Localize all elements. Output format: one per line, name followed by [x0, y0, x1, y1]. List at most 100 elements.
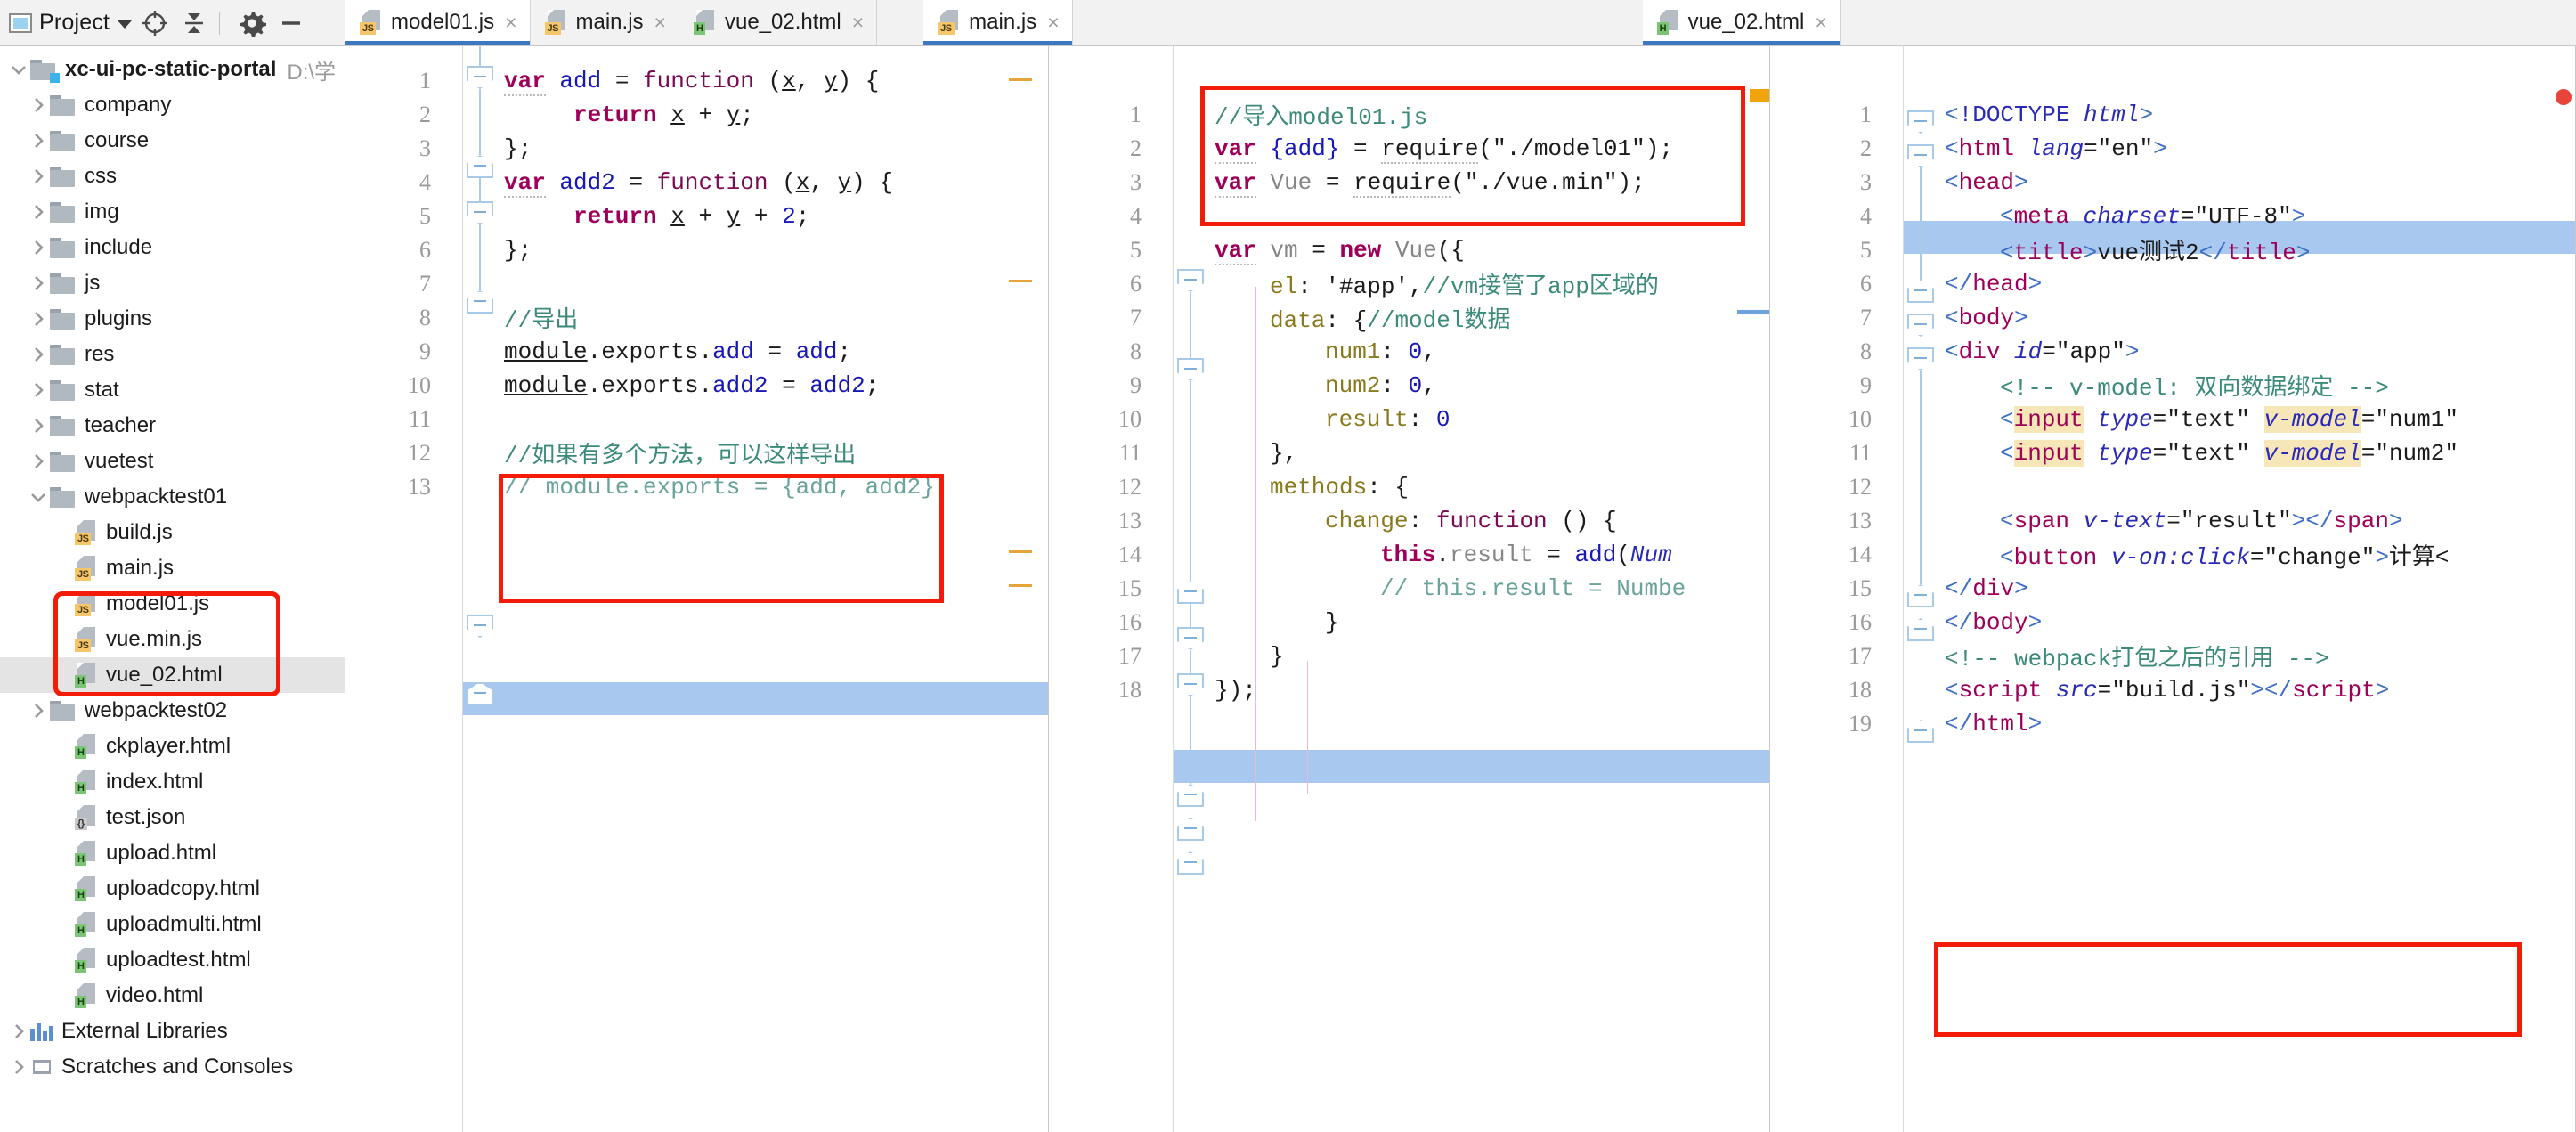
code-line[interactable]: }; [345, 132, 1048, 165]
code-line[interactable]: <html lang="en"> [1770, 132, 2575, 165]
tree-item-scratches-and-consoles[interactable]: Scratches and Consoles [0, 1049, 345, 1085]
code-line[interactable]: <input type="text" v-model="num1" [1770, 403, 2575, 436]
tree-item-include[interactable]: include [0, 230, 345, 265]
tree-item-css[interactable]: css [0, 159, 345, 194]
code-line[interactable]: <body> [1770, 301, 2575, 334]
chevron-right-icon[interactable] [27, 452, 50, 471]
tree-item-stat[interactable]: stat [0, 372, 345, 408]
tree-item-img[interactable]: img [0, 194, 345, 230]
code-line[interactable]: </div> [1770, 572, 2575, 605]
tree-item-res[interactable]: res [0, 337, 345, 372]
code-line[interactable]: var {add} = require("./model01"); [1049, 132, 1769, 165]
code-content-3[interactable]: <!DOCTYPE html> <html lang="en"> <head> <me… [1770, 46, 2575, 1132]
tree-item-course[interactable]: course [0, 123, 345, 159]
code-line[interactable]: <!DOCTYPE html> [1770, 98, 2575, 131]
chevron-right-icon[interactable] [7, 1022, 30, 1041]
tree-item-company[interactable]: company [0, 87, 345, 123]
code-line[interactable] [1770, 470, 2575, 503]
tree-item-index-html[interactable]: Hindex.html [0, 764, 345, 800]
editor-pane-model01-js[interactable]: 1 2 3 4 5 6 7 8 9 10 11 12 13 var add = … [345, 46, 1049, 1132]
code-line[interactable]: }); [1049, 673, 1769, 706]
tree-item-xc-ui-pc-static-portal[interactable]: xc-ui-pc-static-portal D:\学 [0, 52, 345, 87]
code-line[interactable]: </html> [1770, 707, 2575, 740]
code-line[interactable]: //导出 [345, 301, 1048, 334]
tree-item-uploadcopy-html[interactable]: Huploadcopy.html [0, 871, 345, 907]
tree-item-vuetest[interactable]: vuetest [0, 444, 345, 479]
code-line[interactable]: <span v-text="result"></span> [1770, 504, 2575, 537]
code-line[interactable]: </body> [1770, 606, 2575, 639]
chevron-down-icon[interactable] [118, 20, 133, 29]
code-line[interactable]: num2: 0, [1049, 369, 1769, 402]
error-marker[interactable] [2556, 89, 2572, 105]
chevron-right-icon[interactable] [27, 701, 50, 721]
tree-item-main-js[interactable]: JS main.js [0, 550, 345, 586]
code-line[interactable]: }, [1049, 436, 1769, 469]
tab-vue-02-html[interactable]: H vue_02.html × [679, 0, 878, 45]
editor-pane-vue-02-html[interactable]: 1 2 3 4 5 6 7 8 9 10 11 12 13 14 15 16 17 18 19 [1770, 46, 2576, 1132]
code-line[interactable] [345, 403, 1048, 436]
tree-item-ckplayer-html[interactable]: Hckplayer.html [0, 729, 345, 764]
warning-marker[interactable] [1750, 89, 1769, 102]
code-line[interactable]: <div id="app"> [1770, 335, 2575, 368]
code-line[interactable]: <head> [1770, 166, 2575, 199]
close-icon[interactable]: × [852, 11, 864, 35]
code-line[interactable]: methods: { [1049, 470, 1769, 503]
tree-item-build-js[interactable]: JS build.js [0, 515, 345, 550]
code-content-1[interactable]: var add = function (x, y) {return x + y;… [345, 46, 1048, 1132]
code-line[interactable]: //导入model01.js [1049, 98, 1769, 131]
close-icon[interactable]: × [505, 11, 516, 35]
code-line[interactable]: var add2 = function (x, y) { [345, 166, 1048, 199]
code-line[interactable]: } [1049, 606, 1769, 639]
tree-item-video-html[interactable]: Hvideo.html [0, 978, 345, 1014]
chevron-right-icon[interactable] [7, 1057, 30, 1077]
code-line[interactable]: <title>vue测试2</title> [1770, 233, 2575, 266]
chevron-right-icon[interactable] [27, 238, 50, 257]
tree-item-test-json[interactable]: {} test.json [0, 800, 345, 835]
chevron-right-icon[interactable] [27, 309, 50, 329]
chevron-right-icon[interactable] [27, 416, 50, 436]
tree-item-js[interactable]: js [0, 265, 345, 301]
collapse-all-icon[interactable] [178, 7, 210, 39]
code-line[interactable]: <input type="text" v-model="num2" [1770, 436, 2575, 469]
tree-item-webpacktest01[interactable]: webpacktest01 [0, 479, 345, 515]
tab-main-js-pane2[interactable]: JS main.js × [923, 0, 1073, 45]
chevron-right-icon[interactable] [27, 167, 50, 186]
tree-item-webpacktest02[interactable]: webpacktest02 [0, 693, 345, 729]
code-line[interactable]: data: {//model数据 [1049, 301, 1769, 334]
chevron-right-icon[interactable] [27, 202, 50, 222]
code-line[interactable]: <!-- webpack打包之后的引用 --> [1770, 639, 2575, 672]
code-line[interactable]: var add = function (x, y) { [345, 64, 1048, 97]
chevron-right-icon[interactable] [27, 345, 50, 364]
tree-item-external-libraries[interactable]: External Libraries [0, 1014, 345, 1049]
code-line[interactable]: </head> [1770, 267, 2575, 300]
code-line[interactable]: // this.result = Numbe [1049, 572, 1769, 605]
close-icon[interactable]: × [654, 11, 666, 35]
code-line[interactable]: <meta charset="UTF-8"> [1770, 200, 2575, 232]
code-line[interactable]: <button v-on:click="change">计算< [1770, 538, 2575, 571]
project-tree[interactable]: xc-ui-pc-static-portal D:\学 company course c… [0, 46, 345, 1132]
tree-item-model01-js[interactable]: JS model01.js [0, 586, 345, 622]
code-line[interactable]: <script src="build.js"></script> [1770, 673, 2575, 706]
tree-item-uploadmulti-html[interactable]: Huploadmulti.html [0, 907, 345, 942]
tree-item-vue-min-js[interactable]: JS vue.min.js [0, 622, 345, 657]
code-line[interactable]: module.exports.add2 = add2; [345, 369, 1048, 402]
code-line[interactable]: } [1049, 639, 1769, 672]
tree-item-upload-html[interactable]: Hupload.html [0, 835, 345, 871]
code-line[interactable]: module.exports.add = add; [345, 335, 1048, 368]
code-line[interactable]: //如果有多个方法，可以这样导出 [345, 436, 1048, 469]
tree-item-uploadtest-html[interactable]: Huploadtest.html [0, 942, 345, 978]
code-line[interactable]: }; [345, 233, 1048, 266]
editor-pane-main-js[interactable]: 1 2 3 4 5 6 7 8 9 10 11 12 13 14 15 16 17 18 [1049, 46, 1770, 1132]
chevron-right-icon[interactable] [27, 380, 50, 400]
tree-item-plugins[interactable]: plugins [0, 301, 345, 337]
code-line[interactable]: change: function () { [1049, 504, 1769, 537]
tab-vue-02-html-pane3[interactable]: H vue_02.html × [1642, 0, 1841, 45]
close-icon[interactable]: × [1815, 11, 1826, 35]
tab-model01-js[interactable]: JS model01.js × [345, 0, 531, 45]
code-line[interactable]: return x + y + 2; [345, 200, 1048, 232]
project-label[interactable]: Project [39, 10, 110, 36]
code-line[interactable]: <!-- v-model: 双向数据绑定 --> [1770, 369, 2575, 402]
locate-icon[interactable] [139, 7, 171, 39]
code-line[interactable]: el: '#app',//vm接管了app区域的 [1049, 267, 1769, 300]
chevron-right-icon[interactable] [27, 95, 50, 115]
